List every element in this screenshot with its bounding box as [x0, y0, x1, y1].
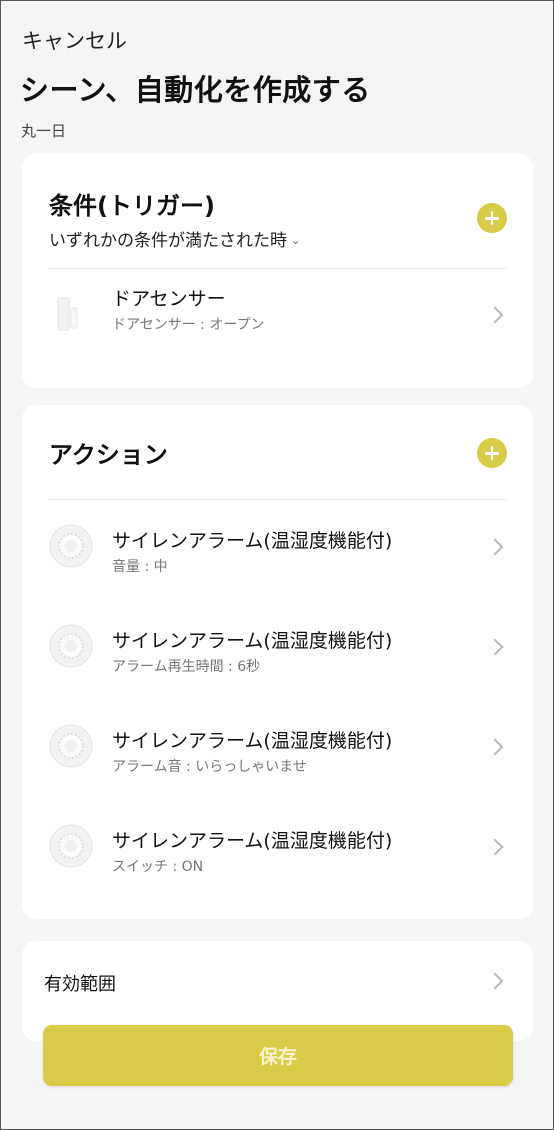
action-item[interactable]: サイレンアラーム(温湿度機能付) スイッチ : ON — [22, 816, 533, 896]
action-item-detail: スイッチ : ON — [112, 859, 204, 875]
page-title: シーン、自動化を作成する — [20, 73, 371, 107]
chevron-right-icon — [486, 306, 504, 324]
chevron-right-icon — [486, 738, 504, 756]
action-item[interactable]: サイレンアラーム(温湿度機能付) 音量 : 中 — [22, 516, 533, 596]
condition-item-detail: ドアセンサー : オープン — [112, 317, 265, 333]
divider — [49, 268, 507, 269]
siren-alarm-icon — [49, 824, 93, 872]
chevron-down-icon: ⌄ — [291, 234, 301, 247]
conditions-title: 条件(トリガー) — [49, 192, 215, 220]
action-item[interactable]: サイレンアラーム(温湿度機能付) アラーム再生時間 : 6秒 — [22, 616, 533, 696]
condition-item-title: ドアセンサー — [112, 288, 226, 310]
siren-alarm-icon — [49, 624, 93, 672]
action-item-title: サイレンアラーム(温湿度機能付) — [112, 730, 393, 752]
action-item-detail: アラーム再生時間 : 6秒 — [112, 659, 261, 675]
action-item-detail: 音量 : 中 — [112, 559, 168, 575]
conditions-card: 条件(トリガー) いずれかの条件が満たされた時 ⌄ ドアセンサー ドアセンサー :… — [22, 154, 533, 388]
screen: キャンセル シーン、自動化を作成する 丸一日 条件(トリガー) いずれかの条件が… — [0, 0, 554, 1130]
chevron-right-icon — [486, 838, 504, 856]
add-action-button[interactable] — [477, 438, 507, 468]
action-item-title: サイレンアラーム(温湿度機能付) — [112, 630, 393, 652]
condition-mode-label: いずれかの条件が満たされた時 — [49, 231, 287, 251]
chevron-right-icon — [486, 638, 504, 656]
action-item-detail: アラーム音 : いらっしゃいませ — [112, 759, 307, 775]
save-button[interactable]: 保存 — [43, 1025, 513, 1086]
action-item-title: サイレンアラーム(温湿度機能付) — [112, 530, 393, 552]
action-item[interactable]: サイレンアラーム(温湿度機能付) アラーム音 : いらっしゃいませ — [22, 716, 533, 796]
siren-alarm-icon — [49, 724, 93, 772]
schedule-subtitle: 丸一日 — [21, 122, 67, 140]
cancel-button[interactable]: キャンセル — [22, 25, 127, 55]
condition-item[interactable]: ドアセンサー ドアセンサー : オープン — [22, 274, 533, 354]
door-sensor-icon — [52, 294, 86, 338]
actions-title: アクション — [49, 441, 168, 469]
action-item-title: サイレンアラーム(温湿度機能付) — [112, 830, 393, 852]
chevron-right-icon — [486, 972, 504, 990]
divider — [49, 499, 507, 500]
siren-alarm-icon — [49, 524, 93, 572]
add-condition-button[interactable] — [477, 203, 507, 233]
scope-label: 有効範囲 — [44, 974, 116, 995]
chevron-right-icon — [486, 538, 504, 556]
actions-card: アクション サイレンアラーム(温湿度機能付) 音量 : 中 サイレンアラーム(温… — [22, 405, 533, 919]
condition-mode-dropdown[interactable]: いずれかの条件が満たされた時 ⌄ — [49, 226, 300, 251]
